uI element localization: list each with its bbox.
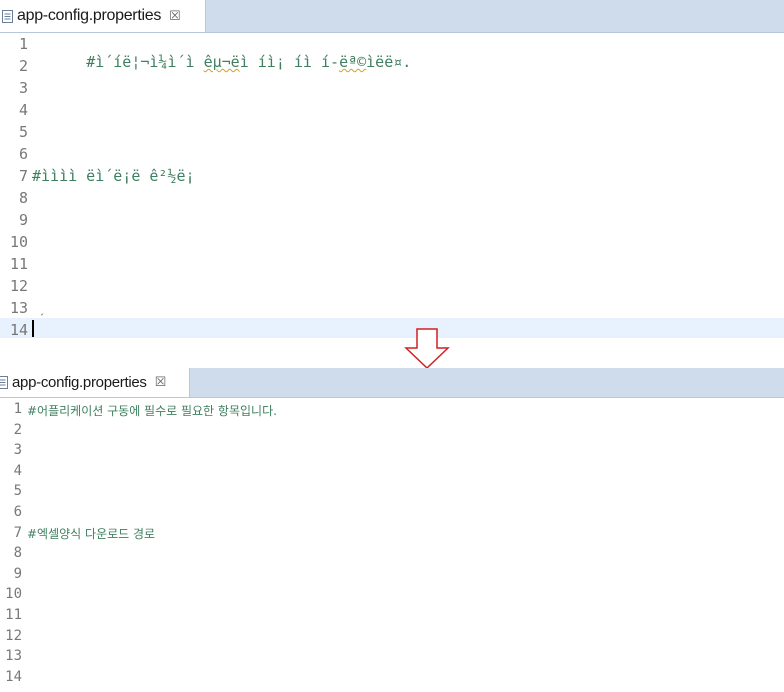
- top-tab-bar: app-config.properties ☒: [0, 0, 784, 33]
- down-arrow-icon: [404, 328, 450, 370]
- line-number: 12: [9, 277, 28, 295]
- line-number: 4: [13, 462, 22, 479]
- code-line-1: #ì´íë¦¬ì¼ì´ì êµ¬ëì íì¡ íì í-ëª©ìëë¤.: [86, 53, 412, 71]
- close-tab-icon[interactable]: ☒: [169, 9, 181, 24]
- line-number: 7: [18, 167, 28, 185]
- tab-title: app-config.properties: [17, 7, 162, 24]
- top-editor-tab[interactable]: app-config.properties ☒: [0, 0, 206, 32]
- code-line-7: #엑셀양식 다운로드 경로: [27, 527, 156, 541]
- bottom-editor-tab[interactable]: app-config.properties ☒: [0, 368, 190, 397]
- bottom-editor: app-config.properties ☒ 1 2 3 4 5 6 7 8 9 10 11 12 1…: [0, 368, 784, 692]
- code-line-7: #ìììì ëì´ë¡ë ê²½ë¡: [32, 167, 195, 185]
- line-number: 5: [13, 483, 22, 500]
- properties-file-icon: [2, 9, 13, 23]
- line-number: 1: [18, 35, 28, 53]
- line-number: 1: [13, 401, 22, 417]
- line-number: 9: [13, 565, 22, 582]
- line-number: 6: [18, 145, 28, 163]
- line-number: 8: [18, 189, 28, 207]
- line-number: 12: [5, 627, 22, 644]
- line-number: 2: [18, 57, 28, 75]
- line-number: 13: [5, 648, 22, 665]
- line-number: 11: [5, 607, 22, 623]
- line-number: 8: [13, 545, 22, 562]
- line-number: 7: [13, 524, 22, 541]
- properties-file-icon: [0, 376, 8, 389]
- bottom-tab-bar: app-config.properties ☒: [0, 368, 784, 398]
- text-caret: [32, 320, 34, 337]
- line-number: 5: [18, 123, 28, 141]
- line-number: 2: [13, 421, 22, 438]
- line-number: 14: [9, 321, 28, 339]
- line-number: 6: [13, 504, 22, 520]
- tab-title: app-config.properties: [12, 374, 147, 391]
- current-line-highlight: [0, 318, 784, 338]
- code-line-1: #어플리케이션 구동에 필수로 필요한 항목입니다.: [27, 404, 277, 418]
- top-code-area[interactable]: 1 2 3 4 5 6 7 8 9 10 11 12 13 14 #ì´íë¦¬ì¼ì´ì êµ¬ëì í…: [0, 33, 784, 339]
- bottom-code-area[interactable]: 1 2 3 4 5 6 7 8 9 10 11 12 13 14 #어플리케이션 구동에 필수로 필요한 …: [0, 398, 784, 692]
- code-line-13-marker: ˊ: [40, 311, 44, 325]
- line-number: 3: [18, 79, 28, 97]
- line-number: 9: [18, 211, 28, 229]
- line-number: 3: [13, 442, 22, 459]
- close-tab-icon[interactable]: ☒: [155, 375, 167, 390]
- top-editor: app-config.properties ☒ 1 2 3 4 5 6 7 8 9 10 11 12 1…: [0, 0, 784, 340]
- line-number: 13: [9, 299, 28, 317]
- line-number: 4: [18, 101, 28, 119]
- line-number: 10: [9, 233, 28, 251]
- line-number: 11: [9, 255, 28, 273]
- line-number: 14: [5, 668, 22, 685]
- line-number: 10: [5, 586, 22, 603]
